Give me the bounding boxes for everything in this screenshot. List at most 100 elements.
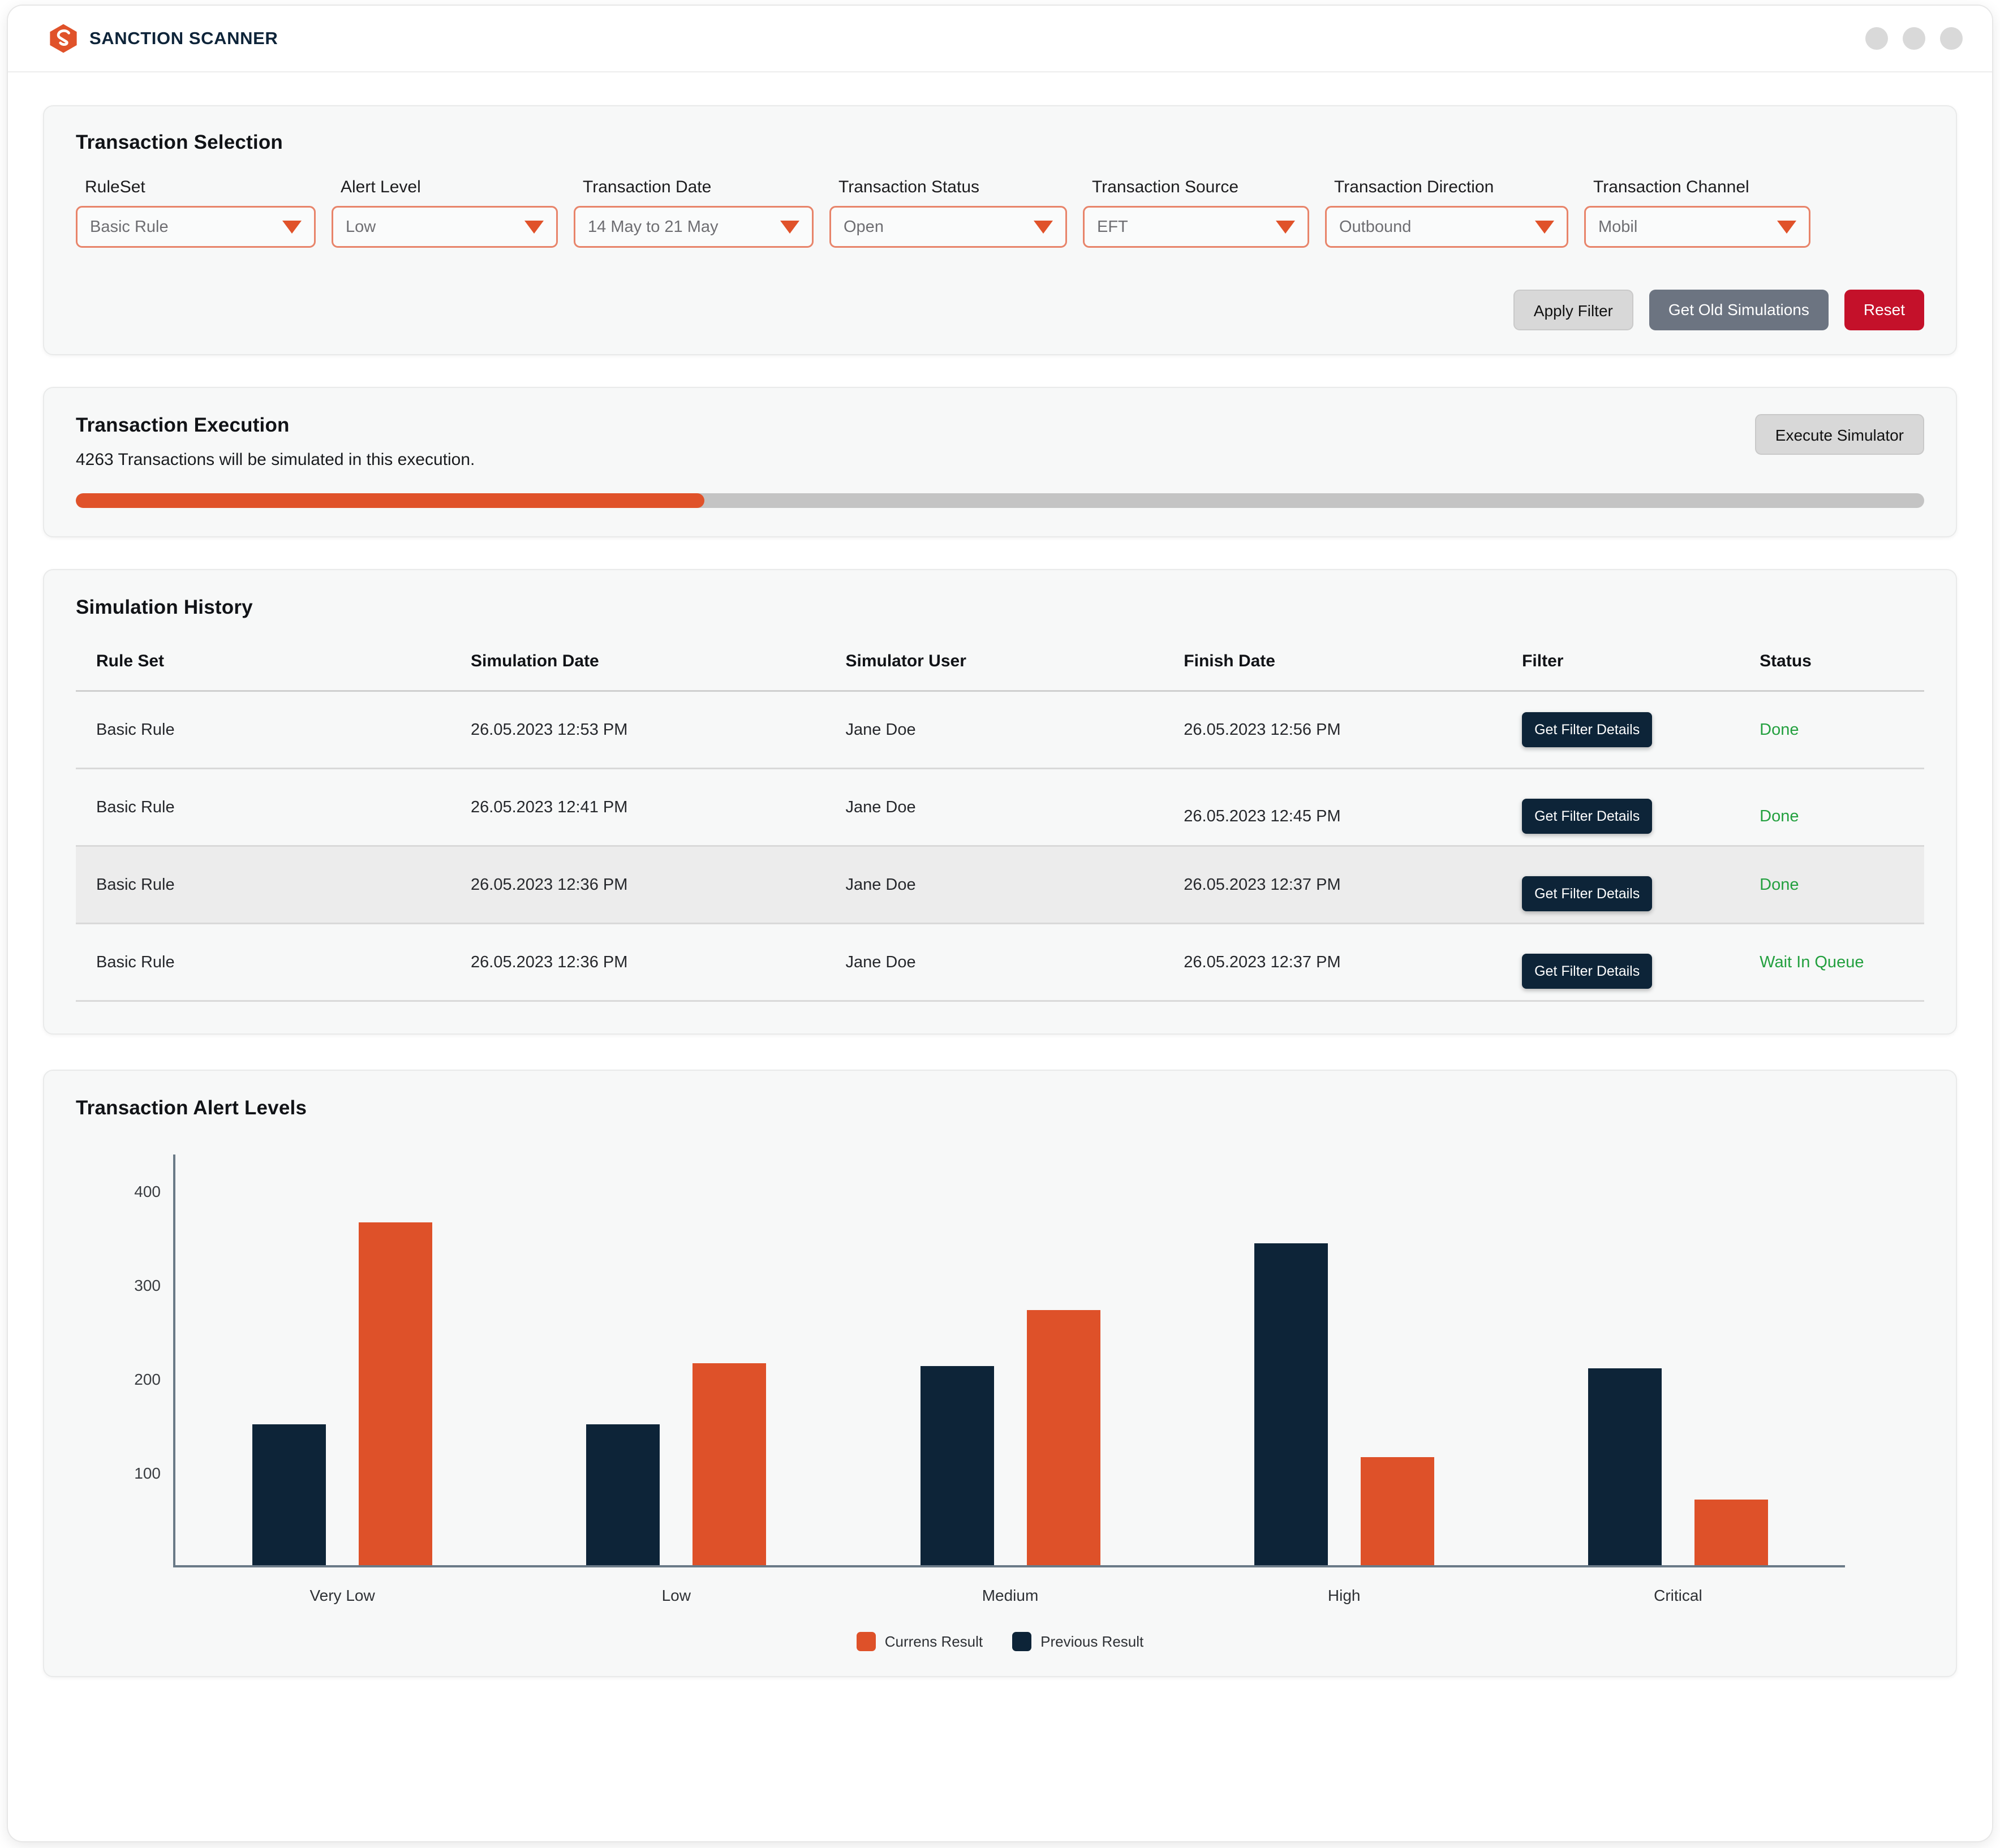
y-axis-tick-label: 400	[134, 1183, 161, 1201]
filter-alert-level: Alert Level Low	[332, 178, 558, 248]
filter-transaction-direction-select[interactable]: Outbound	[1325, 206, 1568, 248]
y-axis-tick-label: 100	[134, 1464, 161, 1483]
table-row[interactable]: Basic Rule 26.05.2023 12:41 PM Jane Doe …	[76, 768, 1924, 856]
simulation-history-card: Simulation History Rule Set Simulation D…	[43, 569, 1957, 1035]
bar-group	[1177, 1155, 1511, 1565]
cell-simulator-user: Jane Doe	[845, 691, 1184, 769]
window-controls[interactable]	[1865, 27, 1963, 50]
cell-status: Done	[1760, 846, 1924, 924]
get-old-simulations-button[interactable]: Get Old Simulations	[1649, 290, 1829, 330]
filter-ruleset-select[interactable]: Basic Rule	[76, 206, 316, 248]
bar-group	[1511, 1155, 1845, 1565]
filter-ruleset-value: Basic Rule	[90, 217, 169, 236]
legend-swatch-icon	[1012, 1632, 1032, 1651]
filter-ruleset-label: RuleSet	[85, 178, 145, 196]
filter-transaction-date: Transaction Date 14 May to 21 May	[574, 178, 814, 248]
table-header-row: Rule Set Simulation Date Simulator User …	[76, 641, 1924, 692]
x-axis-tick-label: High	[1327, 1587, 1361, 1604]
filter-transaction-source-select[interactable]: EFT	[1083, 206, 1309, 248]
filter-transaction-date-select[interactable]: 14 May to 21 May	[574, 206, 814, 248]
transaction-alert-levels-card: Transaction Alert Levels 100 200 300 400 Ve…	[43, 1070, 1957, 1677]
chart-legend: Currens Result Previous Result	[76, 1632, 1924, 1651]
cell-status: Done	[1760, 768, 1924, 847]
table-row[interactable]: Basic Rule 26.05.2023 12:36 PM Jane Doe …	[76, 846, 1924, 924]
execute-simulator-button[interactable]: Execute Simulator	[1754, 414, 1924, 455]
column-header-simulation-date: Simulation Date	[471, 641, 846, 692]
legend-item[interactable]: Currens Result	[856, 1632, 983, 1651]
page-content: Transaction Selection RuleSet Basic Rule…	[8, 72, 1992, 1677]
execution-subtitle: 4263 Transactions will be simulated in t…	[76, 450, 475, 469]
cell-filter: Get Filter Details	[1522, 691, 1760, 769]
bar-currens-result	[1360, 1457, 1434, 1565]
column-header-rule-set: Rule Set	[76, 641, 471, 692]
cell-rule-set: Basic Rule	[76, 691, 471, 769]
window-dot-close-icon[interactable]	[1940, 27, 1963, 50]
chevron-down-icon	[282, 220, 302, 234]
cell-simulator-user: Jane Doe	[845, 768, 1184, 847]
legend-item[interactable]: Previous Result	[1012, 1632, 1143, 1651]
window-dot-maximize-icon[interactable]	[1903, 27, 1925, 50]
app-window: SANCTION SCANNER Transaction Selection R…	[8, 6, 1992, 1841]
execution-progress-fill	[76, 493, 704, 508]
status-badge: Done	[1760, 720, 1799, 739]
get-filter-details-button[interactable]: Get Filter Details	[1522, 712, 1653, 747]
window-dot-minimize-icon[interactable]	[1865, 27, 1888, 50]
filter-transaction-direction: Transaction Direction Outbound	[1325, 178, 1568, 248]
cell-finish-date: 26.05.2023 12:56 PM	[1184, 691, 1522, 769]
cell-filter: Get Filter Details	[1522, 923, 1760, 1002]
filter-transaction-status: Transaction Status Open	[829, 178, 1067, 248]
execution-header: Transaction Execution 4263 Transactions …	[76, 414, 1924, 469]
y-axis-tick-label: 300	[134, 1277, 161, 1295]
filter-transaction-date-value: 14 May to 21 May	[588, 217, 719, 236]
brand-title: SANCTION SCANNER	[89, 28, 278, 48]
bar-group	[509, 1155, 843, 1565]
get-filter-details-button[interactable]: Get Filter Details	[1522, 954, 1653, 989]
apply-filter-button[interactable]: Apply Filter	[1513, 290, 1633, 330]
filter-transaction-source-value: EFT	[1097, 217, 1128, 236]
get-filter-details-button[interactable]: Get Filter Details	[1522, 799, 1653, 834]
filter-alert-level-select[interactable]: Low	[332, 206, 558, 248]
column-header-finish-date: Finish Date	[1184, 641, 1522, 692]
cell-rule-set: Basic Rule	[76, 768, 471, 847]
cell-finish-date: 26.05.2023 12:45 PM	[1184, 777, 1522, 856]
column-header-status: Status	[1760, 641, 1924, 692]
simulation-history-table: Rule Set Simulation Date Simulator User …	[76, 641, 1924, 1002]
bar-previous-result	[252, 1424, 326, 1565]
bar-previous-result	[920, 1366, 994, 1565]
cell-finish-date: 26.05.2023 12:37 PM	[1184, 923, 1522, 1002]
bar-previous-result	[1588, 1368, 1662, 1565]
transaction-selection-card: Transaction Selection RuleSet Basic Rule…	[43, 105, 1957, 355]
get-filter-details-button[interactable]: Get Filter Details	[1522, 876, 1653, 911]
x-axis-tick-label: Critical	[1654, 1587, 1702, 1604]
y-axis-tick-label: 200	[134, 1371, 161, 1389]
table-row[interactable]: Basic Rule 26.05.2023 12:53 PM Jane Doe …	[76, 691, 1924, 769]
filter-transaction-source-label: Transaction Source	[1092, 178, 1239, 196]
cell-filter: Get Filter Details	[1522, 846, 1760, 924]
execution-progress-bar	[76, 493, 1924, 508]
column-header-filter: Filter	[1522, 641, 1760, 692]
legend-swatch-icon	[856, 1632, 876, 1651]
chart-plot-area	[175, 1155, 1845, 1565]
filter-transaction-date-label: Transaction Date	[583, 178, 712, 196]
cell-rule-set: Basic Rule	[76, 923, 471, 1002]
legend-label: Previous Result	[1040, 1632, 1144, 1650]
transaction-selection-title: Transaction Selection	[76, 131, 283, 153]
filter-transaction-channel-select[interactable]: Mobil	[1584, 206, 1810, 248]
brand: SANCTION SCANNER	[48, 23, 278, 54]
bar-currens-result	[693, 1363, 767, 1565]
filter-transaction-status-value: Open	[844, 217, 884, 236]
sanction-scanner-logo-icon	[48, 23, 79, 54]
table-row[interactable]: Basic Rule 26.05.2023 12:36 PM Jane Doe …	[76, 923, 1924, 1002]
filter-transaction-channel: Transaction Channel Mobil	[1584, 178, 1810, 248]
filter-transaction-status-select[interactable]: Open	[829, 206, 1067, 248]
reset-button[interactable]: Reset	[1844, 290, 1924, 330]
table-body: Basic Rule 26.05.2023 12:53 PM Jane Doe …	[76, 691, 1924, 1002]
cell-finish-date: 26.05.2023 12:37 PM	[1184, 846, 1522, 924]
execute-simulator-wrap: Execute Simulator	[1754, 414, 1924, 455]
column-header-simulator-user: Simulator User	[845, 641, 1184, 692]
chevron-down-icon	[1535, 220, 1554, 234]
chevron-down-icon	[524, 220, 544, 234]
x-axis-tick-label: Low	[661, 1587, 691, 1604]
filter-transaction-channel-value: Mobil	[1598, 217, 1638, 236]
chevron-down-icon	[1276, 220, 1295, 234]
